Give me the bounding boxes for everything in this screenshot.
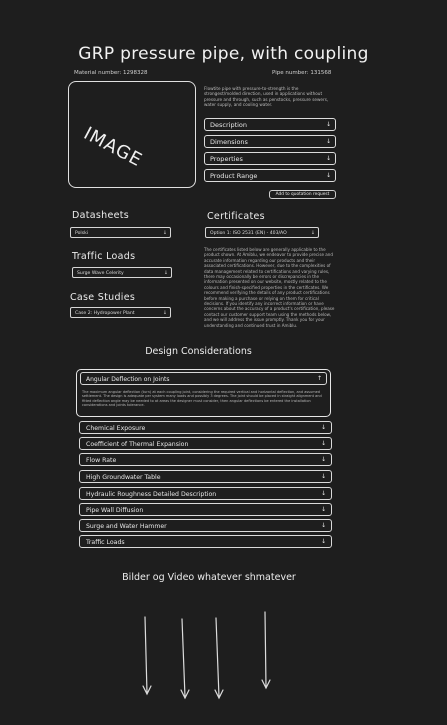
- arrow-down-icon: [261, 611, 271, 690]
- arrow-down-icon: [180, 618, 190, 700]
- arrow-down-icon: [142, 616, 152, 696]
- arrow-down-icon: [214, 617, 224, 700]
- media-arrows: [142, 611, 271, 700]
